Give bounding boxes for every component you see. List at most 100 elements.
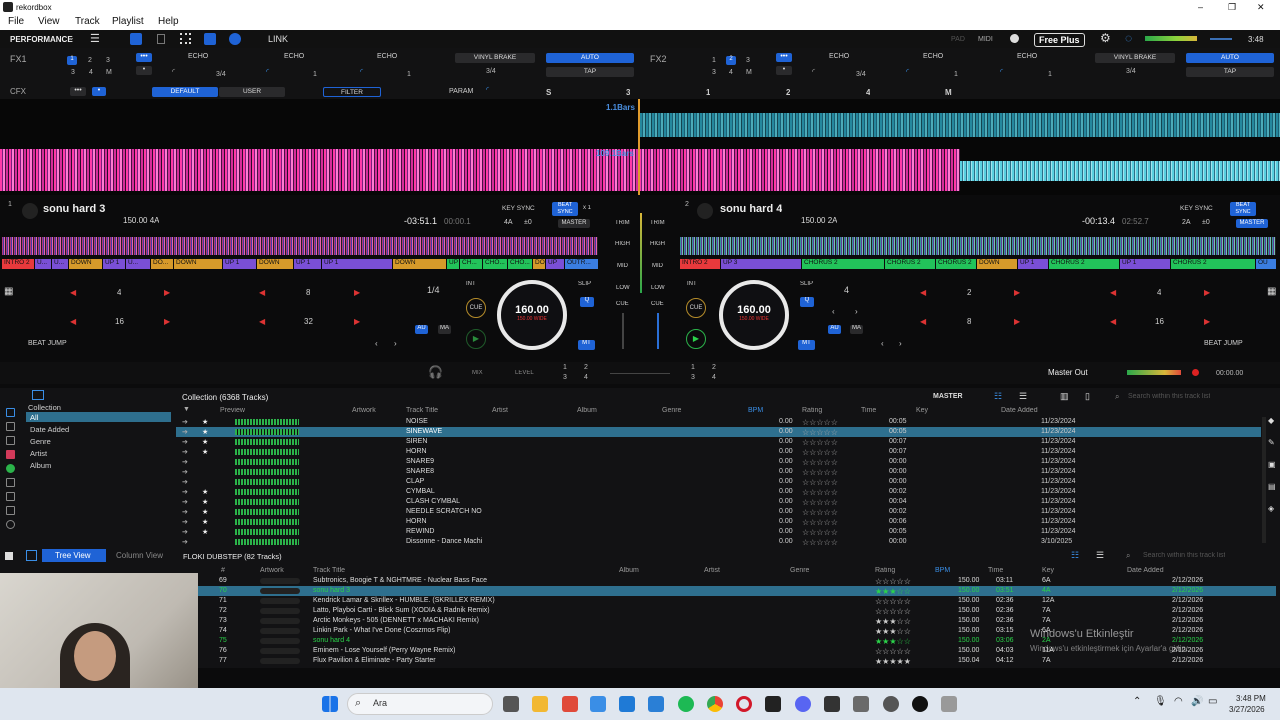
spotify-icon[interactable] xyxy=(678,696,694,712)
fx1-effect-1[interactable]: ECHO xyxy=(188,53,208,60)
discord-icon[interactable] xyxy=(795,696,811,712)
deck1-cue[interactable]: U... xyxy=(35,259,51,269)
deck1-pad-right-icon[interactable]: ▶ xyxy=(164,288,170,297)
layout-menu-icon[interactable]: ☰ xyxy=(90,32,100,45)
load-arrow-icon[interactable]: ➔ xyxy=(182,518,188,526)
headphones-icon[interactable]: 🎧 xyxy=(428,365,443,379)
app-icon-12[interactable] xyxy=(853,696,869,712)
deck2-key-sync[interactable]: KEY SYNC xyxy=(1180,205,1213,212)
playlist-row[interactable]: 73 Arctic Monkeys - 505 (DENNETT x MACHAK… xyxy=(196,616,1276,626)
rating-stars[interactable]: ☆☆☆☆☆ xyxy=(802,498,838,507)
load-arrow-icon[interactable]: ➔ xyxy=(182,448,188,456)
load-arrow-icon[interactable]: ➔ xyxy=(182,488,188,496)
deck1-beat-jump[interactable]: BEAT JUMP xyxy=(28,340,67,347)
file-explorer-icon[interactable] xyxy=(532,696,548,712)
record-icon[interactable] xyxy=(1192,369,1199,376)
tree-item-album[interactable]: Album xyxy=(30,461,51,470)
col-album[interactable]: Album xyxy=(577,407,597,414)
sub-browser-icon[interactable] xyxy=(5,552,13,560)
taskbar-search-box[interactable] xyxy=(347,693,493,715)
collection-row[interactable]: ➔ ★ REWIND 0.00 ☆☆☆☆☆ 00:05 11/23/2024 xyxy=(176,527,1261,537)
deck1-cue[interactable]: OUTR... xyxy=(565,259,598,269)
col-time[interactable]: Time xyxy=(861,407,876,414)
rating-stars[interactable]: ☆☆☆☆☆ xyxy=(802,478,838,487)
info-icon[interactable] xyxy=(1010,34,1019,43)
rekordbox-icon[interactable] xyxy=(912,696,928,712)
cfx-letter-s[interactable]: S xyxy=(546,88,551,97)
cfx-filter-button[interactable]: FILTER xyxy=(323,87,381,97)
deck2-beat-jump[interactable]: BEAT JUMP xyxy=(1204,340,1243,347)
tree-item-all[interactable]: All xyxy=(30,413,38,422)
tree-view-tab[interactable]: Tree View xyxy=(55,551,91,560)
preview-waveform[interactable] xyxy=(235,419,299,425)
preview-waveform[interactable] xyxy=(235,499,299,505)
deck2-play-button[interactable]: ▶ xyxy=(686,329,706,349)
collection-row[interactable]: ➔ ★ HORN 0.00 ☆☆☆☆☆ 00:06 11/23/2024 xyxy=(176,517,1261,527)
deck1-pad-right-icon[interactable]: ▶ xyxy=(164,317,170,326)
tray-chevron-icon[interactable]: ⌃ xyxy=(1133,696,1141,707)
fx1-deck-s[interactable]: 3 xyxy=(106,57,110,64)
rating-stars[interactable]: ★★★☆☆ xyxy=(875,627,911,636)
collection-row[interactable]: ➔ SNARE9 0.00 ☆☆☆☆☆ 00:00 11/23/2024 xyxy=(176,457,1261,467)
menu-view[interactable]: View xyxy=(38,16,60,27)
fx2-deck-s[interactable]: 3 xyxy=(746,57,750,64)
deck1-key-shift[interactable]: 4A xyxy=(504,219,513,226)
load-arrow-icon[interactable]: ➔ xyxy=(182,458,188,466)
app-icon-13[interactable] xyxy=(883,696,899,712)
deck2-master-tempo[interactable]: MA xyxy=(850,325,863,334)
cfx-letter-m[interactable]: M xyxy=(945,88,952,97)
fx2-deck-m[interactable]: M xyxy=(746,69,752,76)
deck1-cue[interactable]: UP 1 xyxy=(322,259,392,269)
rating-stars[interactable]: ★★★☆☆ xyxy=(875,637,911,646)
cue-ch-4[interactable]: 4 xyxy=(584,374,588,381)
preview-waveform[interactable] xyxy=(235,439,299,445)
tree-root[interactable]: Collection xyxy=(28,403,61,412)
rating-stars[interactable]: ★★★★★ xyxy=(875,657,911,666)
pl-col-number[interactable]: # xyxy=(221,567,225,574)
opera-icon[interactable] xyxy=(736,696,752,712)
link-button[interactable]: LINK xyxy=(268,34,288,44)
deck1-int-button[interactable]: INT xyxy=(466,281,476,287)
deck2-next-icon[interactable]: › xyxy=(899,339,902,348)
preview-waveform[interactable] xyxy=(235,429,299,435)
volume-icon[interactable]: 🔊 xyxy=(1191,696,1203,707)
pl-col-album[interactable]: Album xyxy=(619,567,639,574)
deck1-cue[interactable]: DOWN xyxy=(257,259,293,269)
chevron-down-icon[interactable]: ⌄ xyxy=(68,33,75,42)
deck1-cue[interactable]: DO xyxy=(533,259,545,269)
deck2-cue[interactable]: UP 1 xyxy=(1018,259,1048,269)
record-panel-toggle[interactable] xyxy=(229,33,241,45)
cfx-letter-1[interactable]: 1 xyxy=(706,88,710,97)
store-icon[interactable] xyxy=(648,696,664,712)
fx2-deck-2[interactable]: 2 xyxy=(726,56,736,65)
mode-select[interactable]: PERFORMANCE xyxy=(10,35,73,44)
fx1-deck-3[interactable]: 3 xyxy=(71,69,75,76)
track-tag-star[interactable]: ★ xyxy=(202,438,208,446)
rating-stars[interactable]: ☆☆☆☆☆ xyxy=(875,597,911,606)
deck1-slip-button[interactable]: SLIP xyxy=(578,281,591,287)
deck1-cue[interactable]: UP xyxy=(546,259,564,269)
deck1-beat-sync[interactable]: BEAT SYNC xyxy=(552,202,578,216)
cue-ch-3[interactable]: 3 xyxy=(563,374,567,381)
cue-ch-2[interactable]: 2 xyxy=(584,364,588,371)
collection-icon[interactable] xyxy=(6,408,15,417)
deck2-prev-icon[interactable]: ‹ xyxy=(881,339,884,348)
history-icon[interactable] xyxy=(6,506,15,515)
fx2-effect-2[interactable]: ECHO xyxy=(923,53,943,60)
fx1-more-button[interactable]: ••• xyxy=(136,53,152,62)
windows-start-icon[interactable] xyxy=(322,696,338,712)
app-icon-15[interactable] xyxy=(941,696,957,712)
rating-stars[interactable]: ☆☆☆☆☆ xyxy=(802,448,838,457)
collection-row[interactable]: ➔ ★ NOISE 0.00 ☆☆☆☆☆ 00:05 11/23/2024 xyxy=(176,417,1261,427)
rating-stars[interactable]: ☆☆☆☆☆ xyxy=(802,518,838,527)
deck2-pad-right-icon[interactable]: ▶ xyxy=(1204,317,1210,326)
col-bpm[interactable]: BPM xyxy=(748,407,763,414)
cfx-param-knob-icon[interactable]: ◜ xyxy=(486,85,489,94)
fx2-more-button[interactable]: ••• xyxy=(776,53,792,62)
deck2-cue[interactable]: CHORUS 2 xyxy=(1049,259,1119,269)
pl-col-date-added[interactable]: Date Added xyxy=(1127,567,1164,574)
deck1-key-sync[interactable]: KEY SYNC xyxy=(502,205,535,212)
task-view-icon[interactable] xyxy=(503,696,519,712)
pad-grid-icon[interactable]: ▦ xyxy=(1267,286,1276,297)
preview-waveform[interactable] xyxy=(235,489,299,495)
